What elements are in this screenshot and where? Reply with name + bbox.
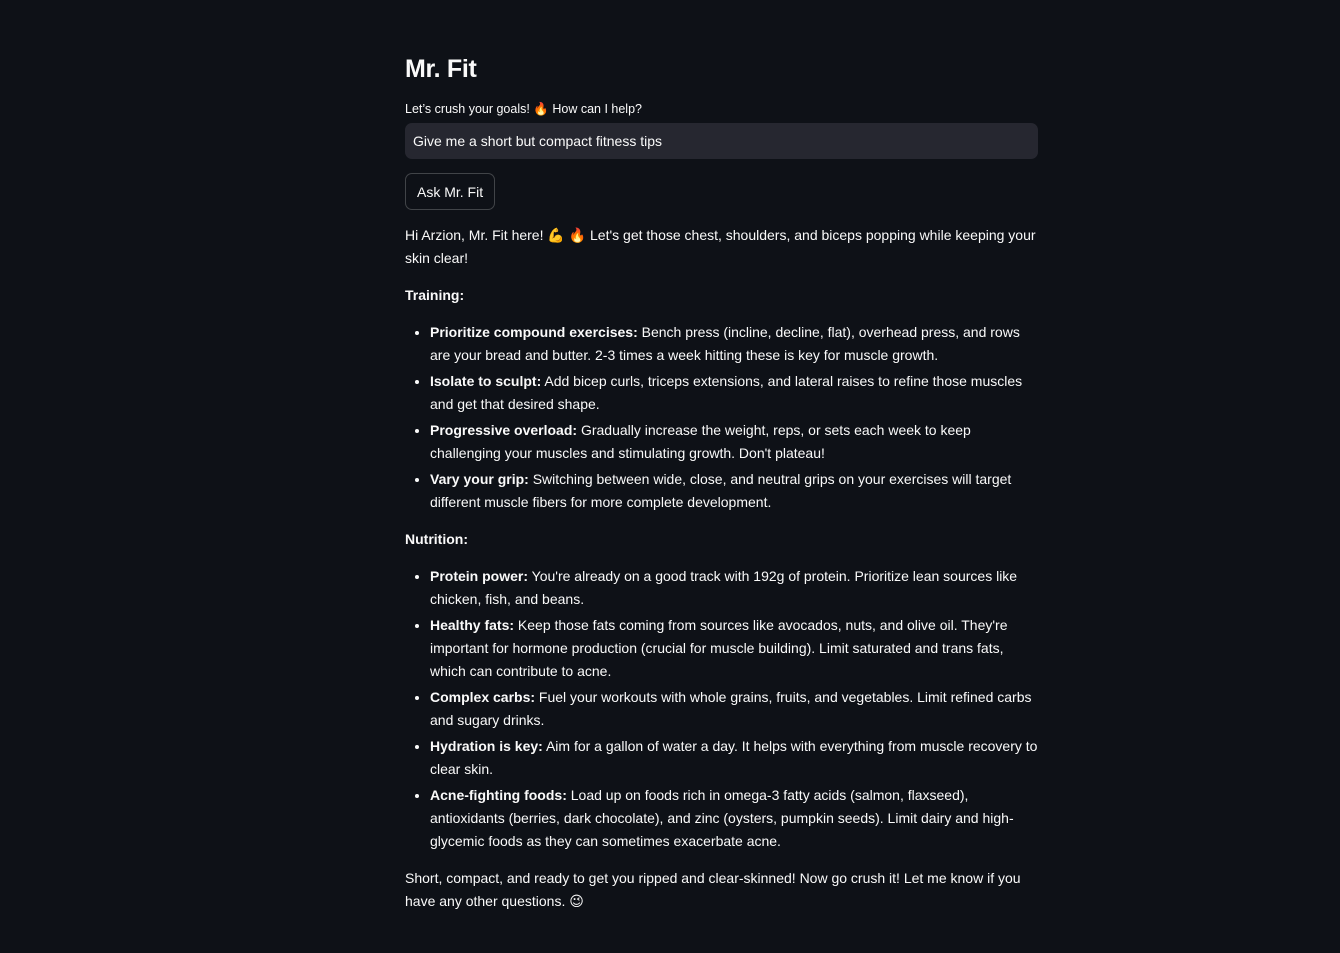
training-heading: Training: bbox=[405, 287, 465, 303]
nutrition-list: Protein power: You're already on a good … bbox=[405, 565, 1038, 853]
list-item: Prioritize compound exercises: Bench pre… bbox=[430, 321, 1038, 367]
list-item-title: Progressive overload: bbox=[430, 422, 578, 438]
response-closing: Short, compact, and ready to get you rip… bbox=[405, 870, 1021, 909]
list-item: Hydration is key: Aim for a gallon of wa… bbox=[430, 735, 1038, 781]
list-item: Isolate to sculpt: Add bicep curls, tric… bbox=[430, 370, 1038, 416]
prompt-label: Let’s crush your goals! 🔥 How can I help… bbox=[405, 102, 642, 116]
list-item: Protein power: You're already on a good … bbox=[430, 565, 1038, 611]
list-item-text: Keep those fats coming from sources like… bbox=[430, 617, 1008, 679]
response-intro: Hi Arzion, Mr. Fit here! 💪 🔥 Let's get t… bbox=[405, 227, 1036, 266]
list-item: Healthy fats: Keep those fats coming fro… bbox=[430, 614, 1038, 683]
list-item-title: Protein power: bbox=[430, 568, 529, 584]
list-item-title: Complex carbs: bbox=[430, 689, 536, 705]
ask-mr-fit-button[interactable]: Ask Mr. Fit bbox=[405, 173, 496, 210]
list-item: Complex carbs: Fuel your workouts with w… bbox=[430, 686, 1038, 732]
list-item: Acne-fighting foods: Load up on foods ri… bbox=[430, 784, 1038, 853]
prompt-input-wrapper bbox=[405, 123, 1038, 159]
list-item: Progressive overload: Gradually increase… bbox=[430, 419, 1038, 465]
nutrition-heading: Nutrition: bbox=[405, 531, 468, 547]
list-item-title: Vary your grip: bbox=[430, 471, 529, 487]
response-area: Hi Arzion, Mr. Fit here! 💪 🔥 Let's get t… bbox=[405, 224, 1038, 927]
list-item-title: Healthy fats: bbox=[430, 617, 515, 633]
prompt-input[interactable] bbox=[405, 123, 1038, 159]
list-item: Vary your grip: Switching between wide, … bbox=[430, 468, 1038, 514]
page-title: Mr. Fit bbox=[405, 55, 477, 83]
list-item-title: Isolate to sculpt: bbox=[430, 373, 542, 389]
list-item-title: Hydration is key: bbox=[430, 738, 543, 754]
list-item-title: Acne-fighting foods: bbox=[430, 787, 567, 803]
training-list: Prioritize compound exercises: Bench pre… bbox=[405, 321, 1038, 514]
list-item-title: Prioritize compound exercises: bbox=[430, 324, 638, 340]
